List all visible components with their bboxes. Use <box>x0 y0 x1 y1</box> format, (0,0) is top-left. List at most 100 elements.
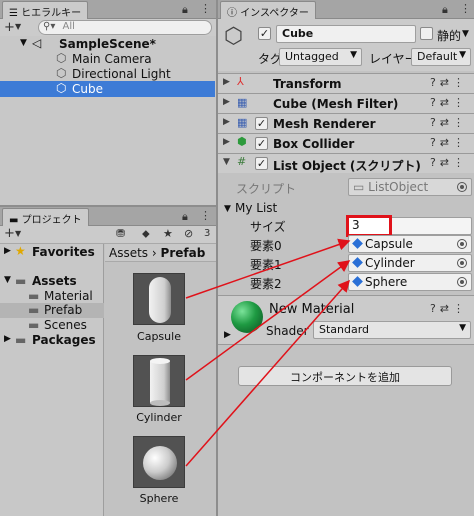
menu-icon[interactable]: ⋮ <box>200 2 211 15</box>
breadcrumb-current[interactable]: Prefab <box>161 246 206 260</box>
object-picker-icon[interactable] <box>457 239 467 249</box>
tab-project[interactable]: ▬ プロジェクト <box>2 208 89 226</box>
element-field-0[interactable]: Capsule <box>348 235 472 253</box>
hierarchy-item-cube[interactable]: ⬡ Cube <box>0 81 215 97</box>
component-actions[interactable]: ?⇄⋮ <box>430 136 468 149</box>
prefab-cube-icon <box>352 257 363 268</box>
expand-arrow-icon[interactable]: ▶ <box>4 246 11 256</box>
component-list-object[interactable]: ▼ # ✓ List Object (スクリプト) ?⇄⋮ <box>218 153 474 173</box>
active-checkbox[interactable]: ✓ <box>258 27 271 40</box>
gameobject-cube-icon: ⬡ <box>56 51 67 65</box>
filter-label-icon[interactable]: ⬥ <box>142 227 150 241</box>
add-button[interactable]: + <box>4 20 15 35</box>
static-label: 静的 <box>437 29 462 43</box>
tree-assets[interactable]: ▼ ▬ Assets <box>0 274 104 289</box>
layer-dropdown[interactable]: Default ▼ <box>411 48 471 66</box>
expand-arrow-icon[interactable]: ▶ <box>4 334 11 344</box>
add-button[interactable]: + <box>4 226 15 241</box>
add-component-button[interactable]: コンポーネントを追加 <box>238 366 452 386</box>
box-collider-icon: ⬢ <box>237 135 247 148</box>
component-box-collider[interactable]: ▶ ⬢ ✓ Box Collider ?⇄⋮ <box>218 133 474 153</box>
list-icon: ☰ <box>9 8 18 19</box>
menu-icon[interactable]: ⋮ <box>200 209 211 222</box>
component-actions[interactable]: ?⇄⋮ <box>430 156 468 169</box>
star-icon: ★ <box>15 244 26 258</box>
component-actions[interactable]: ?⇄⋮ <box>430 96 468 109</box>
expand-arrow-icon[interactable]: ▼ <box>20 38 27 48</box>
scene-row[interactable]: ▼ ◁ SampleScene* <box>0 36 215 52</box>
list-expand-icon[interactable]: ▼ <box>224 204 231 214</box>
asset-capsule[interactable] <box>133 273 185 325</box>
folder-icon: ▬ <box>28 289 40 303</box>
breadcrumb-root[interactable]: Assets <box>109 246 148 260</box>
element-field-2[interactable]: Sphere <box>348 273 472 291</box>
component-actions[interactable]: ?⇄⋮ <box>430 76 468 89</box>
tab-inspector[interactable]: ⓘ インスペクター <box>220 1 316 19</box>
hidden-eye-icon[interactable]: ⊘ <box>184 227 193 240</box>
hierarchy-item-directional-light[interactable]: ⬡ Directional Light <box>0 66 215 82</box>
expand-arrow-icon[interactable]: ▼ <box>223 157 230 167</box>
asset-label-capsule: Capsule <box>137 330 181 343</box>
tab-hierarchy[interactable]: ☰ ヒエラルキー <box>2 1 89 19</box>
script-icon: # <box>237 155 247 168</box>
tree-packages[interactable]: ▶ ▬ Packages <box>0 333 104 348</box>
lock-icon[interactable]: 🔒︎ <box>182 210 188 224</box>
transform-icon: ⅄ <box>237 75 244 88</box>
component-transform[interactable]: ▶ ⅄ Transform ?⇄⋮ <box>218 73 474 93</box>
folder-icon: ▬ <box>15 274 27 288</box>
shader-dropdown[interactable]: Standard ▼ <box>313 321 471 339</box>
gameobject-cube-icon: ⬡ <box>56 81 67 95</box>
sphere-preview-icon <box>143 446 177 480</box>
material-expand-icon[interactable]: ▶ <box>224 330 231 340</box>
add-dropdown-icon[interactable]: ▼ <box>15 22 21 31</box>
enabled-checkbox[interactable]: ✓ <box>255 117 268 130</box>
component-actions[interactable]: ?⇄⋮ <box>430 116 468 129</box>
tree-material[interactable]: ▬ Material <box>0 289 104 304</box>
asset-cylinder[interactable] <box>133 355 185 407</box>
object-name-input[interactable]: Cube <box>276 25 416 43</box>
folder-icon: ▬ <box>9 215 19 226</box>
hierarchy-item-main-camera[interactable]: ⬡ Main Camera <box>0 51 215 67</box>
asset-label-cylinder: Cylinder <box>136 411 182 424</box>
asset-sphere[interactable] <box>133 436 185 488</box>
element-label-2: 要素2 <box>250 277 282 291</box>
lock-icon[interactable]: 🔒︎ <box>182 3 188 17</box>
list-label: My List <box>235 201 278 215</box>
menu-icon[interactable]: ⋮ <box>460 2 471 15</box>
expand-arrow-icon[interactable]: ▼ <box>4 275 11 285</box>
lock-icon[interactable]: 🔒︎ <box>442 3 448 17</box>
element-field-1[interactable]: Cylinder <box>348 254 472 272</box>
static-checkbox[interactable] <box>420 27 433 40</box>
star-icon[interactable]: ★ <box>163 227 173 240</box>
object-picker-icon <box>457 182 467 192</box>
element-label-0: 要素0 <box>250 239 282 253</box>
folder-icon: ▬ <box>28 318 40 332</box>
tag-dropdown[interactable]: Untagged ▼ <box>279 48 362 66</box>
cylinder-preview-icon <box>150 358 170 406</box>
hidden-count: 3 <box>204 228 211 239</box>
chevron-down-icon: ▼ <box>459 323 466 333</box>
material-name: New Material <box>269 302 355 317</box>
enabled-checkbox[interactable]: ✓ <box>255 137 268 150</box>
material-sphere-icon <box>231 301 263 333</box>
unity-scene-icon: ◁ <box>32 36 42 50</box>
object-picker-icon[interactable] <box>457 277 467 287</box>
tree-scenes[interactable]: ▬ Scenes <box>0 318 104 333</box>
shader-label: Shader <box>266 324 309 338</box>
filter-type-icon[interactable]: ⛃ <box>116 227 125 240</box>
component-mesh-renderer[interactable]: ▶ ▦ ✓ Mesh Renderer ?⇄⋮ <box>218 113 474 133</box>
add-dropdown-icon[interactable]: ▼ <box>15 229 21 238</box>
tree-favorites[interactable]: ▶ ★ Favorites <box>0 244 104 260</box>
expand-arrow-icon[interactable]: ▶ <box>223 77 230 87</box>
expand-arrow-icon[interactable]: ▶ <box>223 97 230 107</box>
static-dropdown-icon[interactable]: ▼ <box>462 29 469 39</box>
component-mesh-filter[interactable]: ▶ ▦ Cube (Mesh Filter) ?⇄⋮ <box>218 93 474 113</box>
expand-arrow-icon[interactable]: ▶ <box>223 137 230 147</box>
object-picker-icon[interactable] <box>457 258 467 268</box>
material-actions[interactable]: ?⇄⋮ <box>430 302 468 315</box>
tree-prefab[interactable]: ▬ Prefab <box>0 303 104 318</box>
hierarchy-search-input[interactable]: ⚲▾ All <box>38 20 212 35</box>
folder-icon: ▬ <box>15 333 27 347</box>
expand-arrow-icon[interactable]: ▶ <box>223 117 230 127</box>
enabled-checkbox[interactable]: ✓ <box>255 157 268 170</box>
